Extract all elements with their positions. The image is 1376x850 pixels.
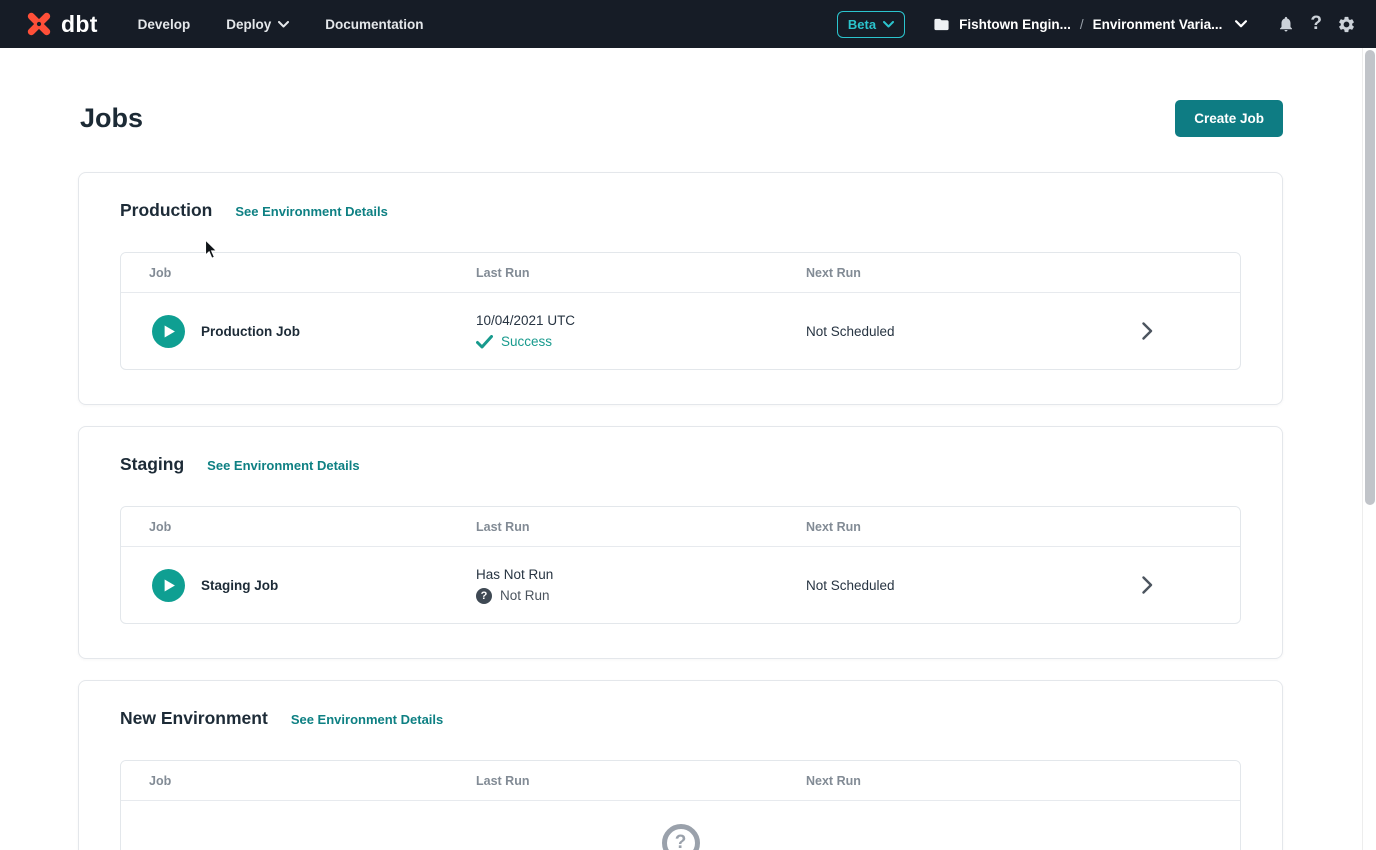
environment-list: Production See Environment Details Job L… xyxy=(78,172,1283,850)
chevron-right-icon xyxy=(1142,322,1153,340)
environment-card: New Environment See Environment Details … xyxy=(78,680,1283,850)
nav-item-documentation[interactable]: Documentation xyxy=(325,17,423,32)
help-icon[interactable]: ? xyxy=(1310,13,1322,35)
breadcrumb[interactable]: Fishtown Engin... / Environment Varia... xyxy=(933,16,1247,33)
jobs-table-header: Job Last Run Next Run xyxy=(121,761,1240,801)
nav-menu: Develop Deploy Documentation xyxy=(138,17,424,32)
job-row[interactable]: Production Job 10/04/2021 UTC Success No… xyxy=(121,293,1240,369)
check-icon xyxy=(476,335,493,349)
last-run-status-text: Not Run xyxy=(500,588,550,603)
environment-title: Production xyxy=(120,200,212,221)
folder-icon xyxy=(933,16,950,33)
play-icon[interactable] xyxy=(152,315,185,348)
dbt-pinwheel-icon xyxy=(24,9,54,39)
environment-card-header: Production See Environment Details xyxy=(120,200,1241,221)
jobs-table-body: Staging Job Has Not Run ? Not Run Not Sc… xyxy=(121,547,1240,623)
see-environment-details-link[interactable]: See Environment Details xyxy=(235,204,387,219)
scrollbar-track[interactable] xyxy=(1362,48,1376,850)
job-row[interactable]: Staging Job Has Not Run ? Not Run Not Sc… xyxy=(121,547,1240,623)
column-header-next-run: Next Run xyxy=(806,774,1240,788)
jobs-table-header: Job Last Run Next Run xyxy=(121,253,1240,293)
see-environment-details-link[interactable]: See Environment Details xyxy=(291,712,443,727)
last-run-status-row: ? Not Run xyxy=(476,588,806,604)
jobs-table-body: Production Job 10/04/2021 UTC Success No… xyxy=(121,293,1240,369)
last-run-cell: 10/04/2021 UTC Success xyxy=(476,313,806,349)
column-header-last-run: Last Run xyxy=(476,774,806,788)
next-run-cell: Not Scheduled xyxy=(806,578,1240,593)
question-circle-icon: ? xyxy=(662,824,700,850)
gear-icon[interactable] xyxy=(1337,15,1356,34)
column-header-job: Job xyxy=(121,266,476,280)
chevron-right-icon xyxy=(1142,576,1153,594)
see-environment-details-link[interactable]: See Environment Details xyxy=(207,458,359,473)
environment-card-header: New Environment See Environment Details xyxy=(120,708,1241,729)
breadcrumb-account[interactable]: Fishtown Engin... xyxy=(959,17,1071,32)
chevron-down-icon xyxy=(883,21,894,28)
job-name: Staging Job xyxy=(201,578,278,593)
bell-icon[interactable] xyxy=(1277,15,1295,33)
last-run-date: Has Not Run xyxy=(476,567,806,582)
environment-card-header: Staging See Environment Details xyxy=(120,454,1241,475)
page-header: Jobs Create Job xyxy=(78,100,1283,137)
empty-jobs-state: ? xyxy=(121,801,1240,850)
nav-right: Beta Fishtown Engin... / Environment Var… xyxy=(837,11,1356,38)
column-header-last-run: Last Run xyxy=(476,520,806,534)
jobs-table: Job Last Run Next Run ? xyxy=(120,760,1241,850)
environment-title: New Environment xyxy=(120,708,268,729)
job-name: Production Job xyxy=(201,324,300,339)
breadcrumb-separator: / xyxy=(1080,17,1084,32)
chevron-down-icon xyxy=(1235,20,1247,28)
column-header-job: Job xyxy=(121,520,476,534)
environment-card: Staging See Environment Details Job Last… xyxy=(78,426,1283,659)
last-run-date: 10/04/2021 UTC xyxy=(476,313,806,328)
jobs-table: Job Last Run Next Run Production Job 10/… xyxy=(120,252,1241,370)
play-icon[interactable] xyxy=(152,569,185,602)
jobs-table-header: Job Last Run Next Run xyxy=(121,507,1240,547)
breadcrumb-current[interactable]: Environment Varia... xyxy=(1093,17,1223,32)
last-run-cell: Has Not Run ? Not Run xyxy=(476,567,806,604)
column-header-job: Job xyxy=(121,774,476,788)
main-content: Jobs Create Job Production See Environme… xyxy=(0,100,1376,850)
dbt-logo-text: dbt xyxy=(61,11,98,38)
last-run-status-text: Success xyxy=(501,334,552,349)
jobs-table-body: ? xyxy=(121,801,1240,850)
page-title: Jobs xyxy=(78,103,143,134)
job-cell: Production Job xyxy=(121,315,476,348)
last-run-status-row: Success xyxy=(476,334,806,349)
environment-title: Staging xyxy=(120,454,184,475)
dbt-logo[interactable]: dbt xyxy=(24,9,98,39)
nav-item-develop[interactable]: Develop xyxy=(138,17,191,32)
create-job-button[interactable]: Create Job xyxy=(1175,100,1283,137)
nav-icon-group: ? xyxy=(1277,13,1356,35)
chevron-down-icon xyxy=(278,21,289,28)
job-cell: Staging Job xyxy=(121,569,476,602)
column-header-last-run: Last Run xyxy=(476,266,806,280)
nav-item-deploy[interactable]: Deploy xyxy=(226,17,289,32)
scrollbar-thumb[interactable] xyxy=(1365,50,1375,505)
next-run-cell: Not Scheduled xyxy=(806,324,1240,339)
question-circle-icon: ? xyxy=(476,588,492,604)
top-nav: dbt Develop Deploy Documentation Beta Fi… xyxy=(0,0,1376,48)
jobs-table: Job Last Run Next Run Staging Job Has No… xyxy=(120,506,1241,624)
beta-dropdown[interactable]: Beta xyxy=(837,11,905,38)
column-header-next-run: Next Run xyxy=(806,266,1240,280)
column-header-next-run: Next Run xyxy=(806,520,1240,534)
environment-card: Production See Environment Details Job L… xyxy=(78,172,1283,405)
